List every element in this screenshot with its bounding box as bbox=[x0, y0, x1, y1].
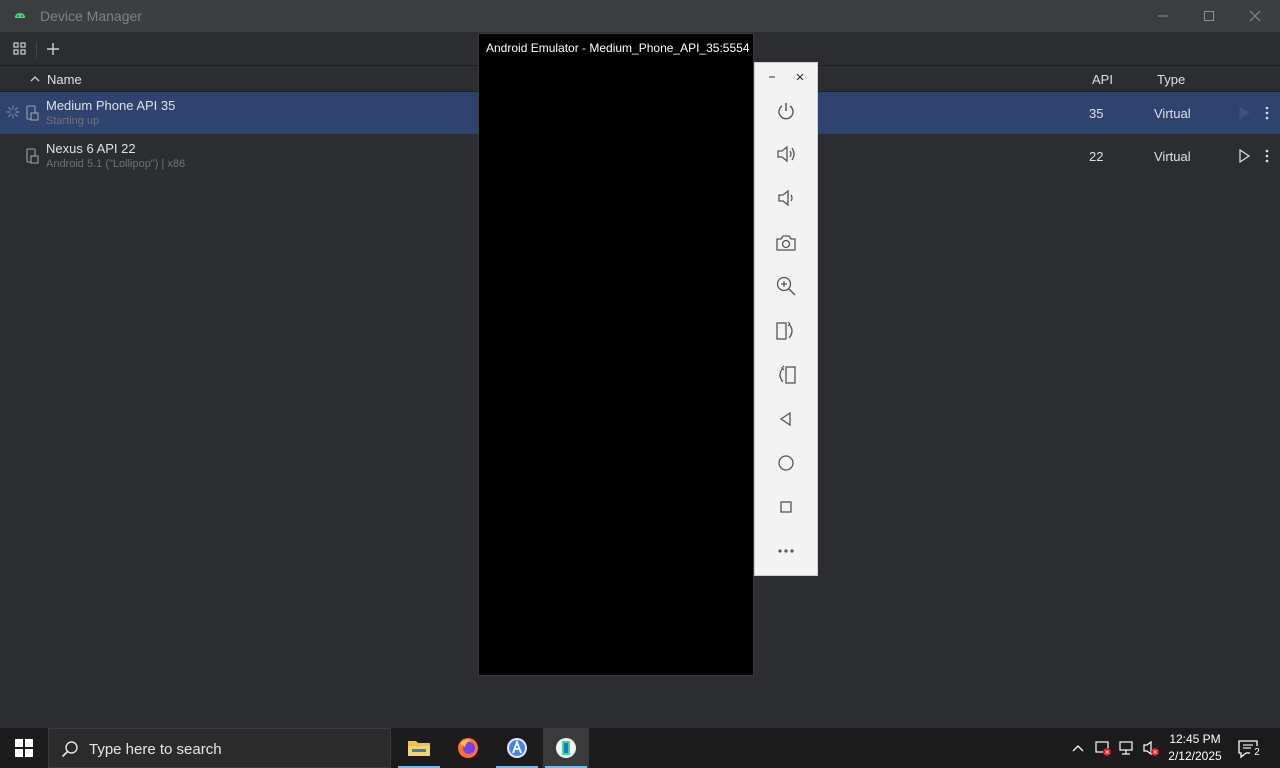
more-button[interactable] bbox=[774, 539, 798, 563]
loading-spinner-icon bbox=[6, 105, 20, 119]
maximize-button[interactable] bbox=[1186, 0, 1232, 32]
home-button[interactable] bbox=[774, 451, 798, 475]
chevron-up-icon bbox=[1072, 745, 1084, 752]
back-icon bbox=[779, 411, 791, 427]
device-manager-icon bbox=[556, 738, 576, 758]
device-name: Medium Phone API 35 bbox=[46, 98, 176, 113]
taskbar-firefox[interactable] bbox=[445, 728, 491, 768]
maximize-icon bbox=[1204, 11, 1214, 21]
volume-down-button[interactable] bbox=[774, 186, 798, 210]
device-api: 35 bbox=[1089, 106, 1104, 121]
taskbar-file-explorer[interactable] bbox=[396, 728, 442, 768]
title-bar: Device Manager bbox=[0, 0, 1280, 32]
show-hidden-icons[interactable] bbox=[1069, 738, 1087, 758]
device-details: Android 5.1 ("Lollipop") | x86 bbox=[46, 158, 186, 170]
rotate-left-button[interactable] bbox=[774, 319, 798, 343]
virtual-device-icon bbox=[26, 105, 39, 121]
close-icon[interactable] bbox=[793, 70, 807, 84]
rotate-left-icon bbox=[776, 321, 793, 340]
device-grid-icon bbox=[13, 42, 26, 55]
android-icon bbox=[15, 13, 25, 18]
device-status: Starting up bbox=[46, 115, 100, 127]
taskbar-android-studio[interactable] bbox=[494, 728, 540, 768]
minimize-icon bbox=[1158, 15, 1168, 17]
close-button[interactable] bbox=[1232, 0, 1278, 32]
overview-button[interactable] bbox=[774, 495, 798, 519]
emulator-side-toolbar bbox=[754, 62, 818, 576]
security-alert-icon bbox=[1095, 741, 1111, 756]
toolbar-divider bbox=[36, 42, 37, 58]
firefox-icon bbox=[458, 738, 478, 758]
start-button[interactable] bbox=[0, 728, 48, 768]
search-box[interactable]: Type here to search bbox=[48, 728, 391, 768]
rotate-right-button[interactable] bbox=[774, 363, 798, 387]
desktop: Device Manager Name API Type Medium Phon… bbox=[0, 0, 1280, 768]
volume-muted-icon bbox=[1143, 740, 1159, 756]
clock-date: 2/12/2025 bbox=[1168, 749, 1222, 763]
plus-icon bbox=[47, 43, 59, 55]
pair-devices-button[interactable] bbox=[9, 38, 31, 60]
overview-icon bbox=[780, 501, 792, 513]
home-icon bbox=[778, 455, 794, 471]
clock-time: 12:45 PM bbox=[1169, 732, 1221, 746]
notification-badge: 2 bbox=[1250, 746, 1264, 760]
add-device-button[interactable] bbox=[42, 38, 64, 60]
device-type: Virtual bbox=[1154, 106, 1191, 121]
volume-up-button[interactable] bbox=[774, 142, 798, 166]
sort-ascending-icon[interactable] bbox=[28, 72, 42, 86]
volume-up-icon bbox=[777, 145, 795, 163]
screenshot-button[interactable] bbox=[774, 231, 798, 255]
network-icon bbox=[1119, 741, 1133, 755]
more-vertical-icon[interactable] bbox=[1259, 105, 1275, 121]
window-title: Device Manager bbox=[40, 8, 142, 24]
system-clock[interactable]: 12:45 PM 2/12/2025 bbox=[1164, 731, 1226, 765]
taskbar: Type here to search 12:45 PM 2/12/2025 2 bbox=[0, 728, 1280, 768]
search-icon bbox=[61, 741, 78, 758]
taskbar-device-manager[interactable] bbox=[543, 728, 589, 768]
tray-network[interactable] bbox=[1118, 738, 1136, 758]
zoom-icon bbox=[776, 276, 796, 296]
device-type: Virtual bbox=[1154, 149, 1191, 164]
close-icon bbox=[1249, 10, 1261, 22]
virtual-device-icon bbox=[26, 148, 39, 164]
column-header-api[interactable]: API bbox=[1092, 72, 1113, 87]
rotate-right-icon bbox=[779, 365, 796, 384]
more-vertical-icon[interactable] bbox=[1259, 148, 1275, 164]
power-icon bbox=[778, 103, 794, 120]
play-icon[interactable] bbox=[1236, 105, 1252, 121]
device-name: Nexus 6 API 22 bbox=[46, 141, 136, 156]
minimize-button[interactable] bbox=[1140, 0, 1186, 32]
minimize-icon[interactable] bbox=[765, 70, 779, 84]
volume-down-icon bbox=[778, 189, 793, 207]
column-header-type[interactable]: Type bbox=[1157, 72, 1185, 87]
emulator-title: Android Emulator - Medium_Phone_API_35:5… bbox=[486, 41, 750, 55]
column-header-name[interactable]: Name bbox=[47, 72, 82, 87]
power-button[interactable] bbox=[774, 99, 798, 123]
play-icon[interactable] bbox=[1236, 148, 1252, 164]
file-explorer-icon bbox=[408, 741, 430, 756]
camera-icon bbox=[776, 235, 796, 251]
windows-icon bbox=[15, 739, 33, 757]
device-api: 22 bbox=[1089, 149, 1104, 164]
tray-security[interactable] bbox=[1094, 738, 1112, 758]
android-studio-icon bbox=[507, 738, 527, 758]
emulator-window[interactable]: Android Emulator - Medium_Phone_API_35:5… bbox=[478, 33, 754, 676]
more-icon bbox=[778, 549, 794, 553]
back-button[interactable] bbox=[774, 407, 798, 431]
search-placeholder: Type here to search bbox=[89, 741, 222, 758]
zoom-button[interactable] bbox=[774, 274, 798, 298]
tray-volume[interactable] bbox=[1142, 738, 1160, 758]
